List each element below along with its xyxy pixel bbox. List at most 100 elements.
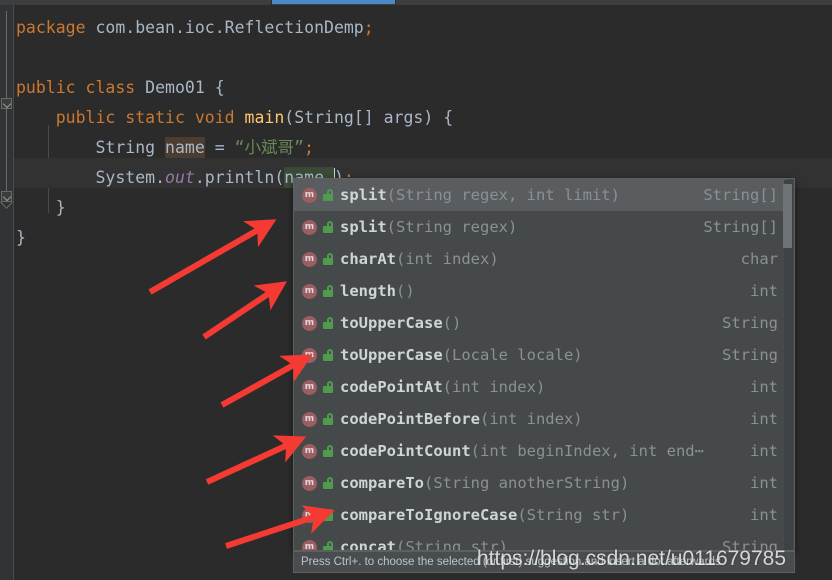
unlocked-padlock-icon: [322, 413, 334, 425]
code-token: com: [85, 18, 126, 37]
unlocked-padlock-icon: [322, 477, 334, 489]
fold-stem-class: [6, 11, 7, 101]
completion-item[interactable]: m length() int: [294, 275, 787, 307]
unlocked-padlock-icon: [322, 509, 334, 521]
code-token: .: [214, 18, 225, 37]
completion-item-params: (int beginIndex, int end⋯: [470, 442, 704, 460]
gutter-separator: [13, 5, 14, 580]
code-token: public: [16, 78, 76, 97]
completion-item-return-type: String: [722, 346, 778, 364]
code-line: public static void main(String[] args) {: [16, 103, 453, 133]
code-token: [] args) {: [353, 108, 454, 127]
completion-item-name: split: [340, 186, 387, 204]
completion-item[interactable]: m codePointBefore(int index) int: [294, 403, 787, 435]
completion-item-name: compareTo: [340, 474, 424, 492]
code-token: println: [204, 168, 275, 187]
completion-item[interactable]: m codePointCount(int beginIndex, int end⋯…: [294, 435, 787, 467]
tab-strip-left: [0, 0, 272, 4]
code-token: main: [244, 108, 285, 127]
completion-item-return-type: int: [750, 282, 778, 300]
completion-item-signature: split(String regex, int limit): [340, 179, 693, 211]
code-token: ;: [303, 138, 314, 157]
method-icon: m: [302, 539, 317, 550]
completion-scrollbar-track[interactable]: [783, 180, 793, 550]
code-token: package: [16, 18, 86, 37]
completion-item-return-type: char: [740, 250, 778, 268]
code-token: .: [174, 18, 185, 37]
code-token: bean: [135, 18, 175, 37]
code-line: package com.bean.ioc.ReflectionDemp;: [16, 13, 374, 43]
code-line: String name = “小斌哥”;: [16, 133, 314, 163]
completion-item[interactable]: m split(String regex) String[]: [294, 211, 787, 243]
completion-item-icons: m: [302, 475, 340, 491]
code-token: public: [55, 108, 116, 127]
completion-item[interactable]: m charAt(int index) char: [294, 243, 787, 275]
completion-item-icons: m: [302, 411, 340, 427]
code-token: out: [165, 168, 195, 187]
completion-item-params: (String str): [517, 506, 630, 524]
code-token: (: [274, 168, 285, 187]
code-token: name: [165, 137, 205, 158]
fold-collapse-method-icon[interactable]: [1, 98, 12, 109]
method-icon: m: [302, 219, 317, 235]
ide-editor-window: package com.bean.ioc.ReflectionDemp; publ…: [0, 0, 832, 580]
completion-item-icons: m: [302, 507, 340, 523]
method-icon: m: [302, 283, 317, 299]
code-token: =: [204, 138, 235, 157]
completion-item-signature: charAt(int index): [340, 243, 731, 275]
code-token: Demo01: [145, 78, 205, 97]
completion-item[interactable]: m compareToIgnoreCase(String str) int: [294, 499, 787, 531]
completion-item[interactable]: m toUpperCase() String: [294, 307, 787, 339]
unlocked-padlock-icon: [322, 285, 334, 297]
completion-item-name: toUpperCase: [340, 314, 443, 332]
unlocked-padlock-icon: [322, 381, 334, 393]
method-icon: m: [302, 443, 317, 459]
completion-item-params: (int index): [479, 410, 583, 428]
completion-item-name: codePointCount: [340, 442, 471, 460]
code-completion-popup[interactable]: m split(String regex, int limit) String[] m…: [293, 178, 795, 551]
completion-item[interactable]: m split(String regex, int limit) String[]: [294, 179, 787, 211]
completion-item-icons: m: [302, 379, 340, 395]
completion-item-name: charAt: [340, 250, 396, 268]
watermark-url: https://blog.csdn.net/u011679785: [477, 547, 787, 570]
completion-item[interactable]: m toUpperCase(Locale locale) String: [294, 339, 787, 371]
active-tab-underline: [272, 0, 395, 4]
code-token: static: [125, 108, 185, 127]
method-icon: m: [302, 507, 317, 523]
code-token: System: [95, 168, 156, 187]
completion-item-list[interactable]: m split(String regex, int limit) String[] m…: [294, 179, 787, 550]
method-icon: m: [302, 475, 317, 491]
completion-item-icons: m: [302, 283, 340, 299]
completion-item-icons: m: [302, 251, 340, 267]
completion-item-return-type: String[]: [703, 186, 778, 204]
completion-item-params: (): [396, 282, 415, 300]
completion-item[interactable]: m codePointAt(int index) int: [294, 371, 787, 403]
completion-item-icons: m: [302, 187, 340, 203]
unlocked-padlock-icon: [322, 349, 334, 361]
code-token: void: [194, 108, 235, 127]
completion-item-signature: codePointBefore(int index): [340, 403, 740, 435]
completion-item-params: (int index): [396, 250, 499, 268]
method-icon: m: [302, 411, 317, 427]
editor-gutter[interactable]: [0, 5, 14, 580]
completion-scrollbar-thumb[interactable]: [783, 184, 792, 248]
completion-item-return-type: String[]: [703, 218, 778, 236]
completion-item-params: (String regex, int limit): [386, 186, 620, 204]
method-icon: m: [302, 187, 317, 203]
unlocked-padlock-icon: [322, 189, 334, 201]
completion-item-name: length: [340, 282, 396, 300]
completion-item-return-type: String: [722, 314, 778, 332]
code-token: .: [125, 18, 136, 37]
code-token: {: [204, 78, 225, 97]
code-token: ioc: [184, 18, 215, 37]
completion-item-return-type: int: [750, 474, 778, 492]
method-icon: m: [302, 379, 317, 395]
completion-item[interactable]: m compareTo(String anotherString) int: [294, 467, 787, 499]
